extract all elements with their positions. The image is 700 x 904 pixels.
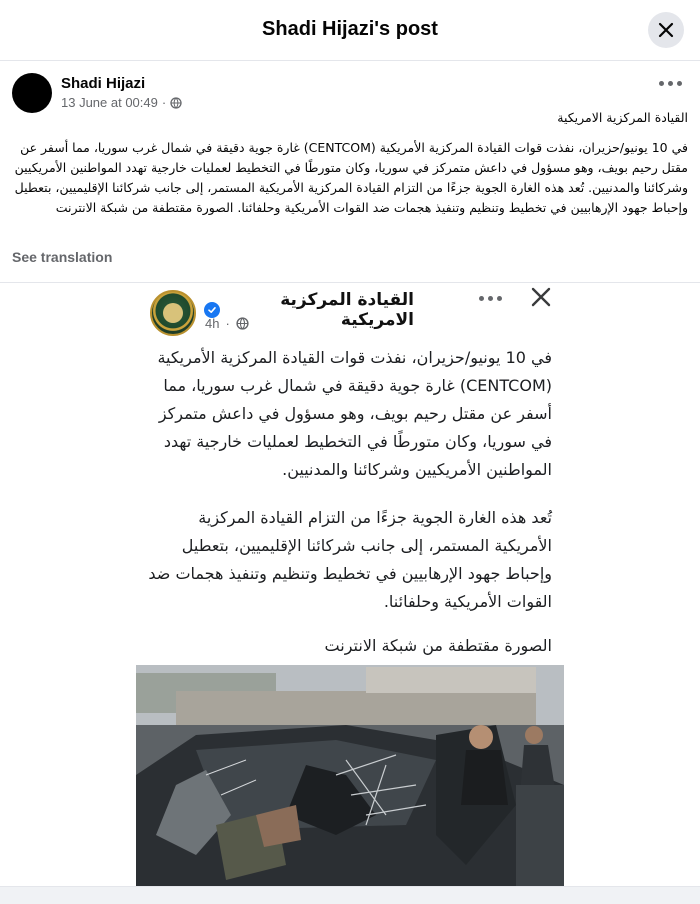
see-translation-link[interactable]: See translation — [12, 249, 112, 265]
dialog-header: Shadi Hijazi's post — [0, 0, 700, 61]
post-text-body: في 10 يونيو/حزيران، نفذت قوات القيادة ال… — [14, 140, 688, 215]
globe-icon — [170, 96, 182, 109]
destroyed-vehicle-image — [136, 665, 564, 886]
bottom-scroll-edge — [0, 886, 700, 904]
shared-post-paragraph-3: الصورة مقتطفة من شبكة الانترنت — [324, 636, 552, 655]
post-text-heading: القيادة المركزية الامريكية — [557, 110, 688, 125]
shared-page-name-text: القيادة المركزية الامريكية — [280, 290, 414, 330]
author-avatar[interactable] — [12, 73, 52, 113]
author-name[interactable]: Shadi Hijazi — [61, 75, 145, 92]
more-dots-icon — [479, 296, 484, 301]
shared-post-paragraph-2: تُعد هذه الغارة الجوية جزءًا من التزام ا… — [148, 508, 552, 611]
shared-post-options-button[interactable] — [479, 296, 502, 301]
shared-post-close-button[interactable] — [530, 286, 552, 308]
shared-post-paragraph-1: في 10 يونيو/حزيران، نفذت قوات القيادة ال… — [157, 348, 552, 479]
shared-post-meta: 4h · — [205, 316, 249, 331]
dialog-title: Shadi Hijazi's post — [262, 18, 438, 40]
close-icon — [658, 22, 674, 38]
seal-emblem — [163, 303, 183, 323]
more-dot — [677, 81, 682, 86]
post-text: القيادة المركزية الامريكية في 10 يونيو/ح… — [12, 108, 688, 218]
shared-post-time[interactable]: 4h — [205, 316, 219, 331]
more-dot — [668, 81, 673, 86]
more-dots-icon — [659, 81, 664, 86]
meta-separator: · — [225, 316, 230, 331]
centcom-seal-logo[interactable] — [150, 290, 196, 336]
close-icon — [531, 287, 551, 307]
post-options-button[interactable] — [659, 81, 682, 86]
globe-icon — [236, 317, 249, 330]
more-dot — [488, 296, 493, 301]
post-photo[interactable] — [136, 665, 564, 886]
close-dialog-button[interactable] — [648, 12, 684, 48]
more-dot — [497, 296, 502, 301]
